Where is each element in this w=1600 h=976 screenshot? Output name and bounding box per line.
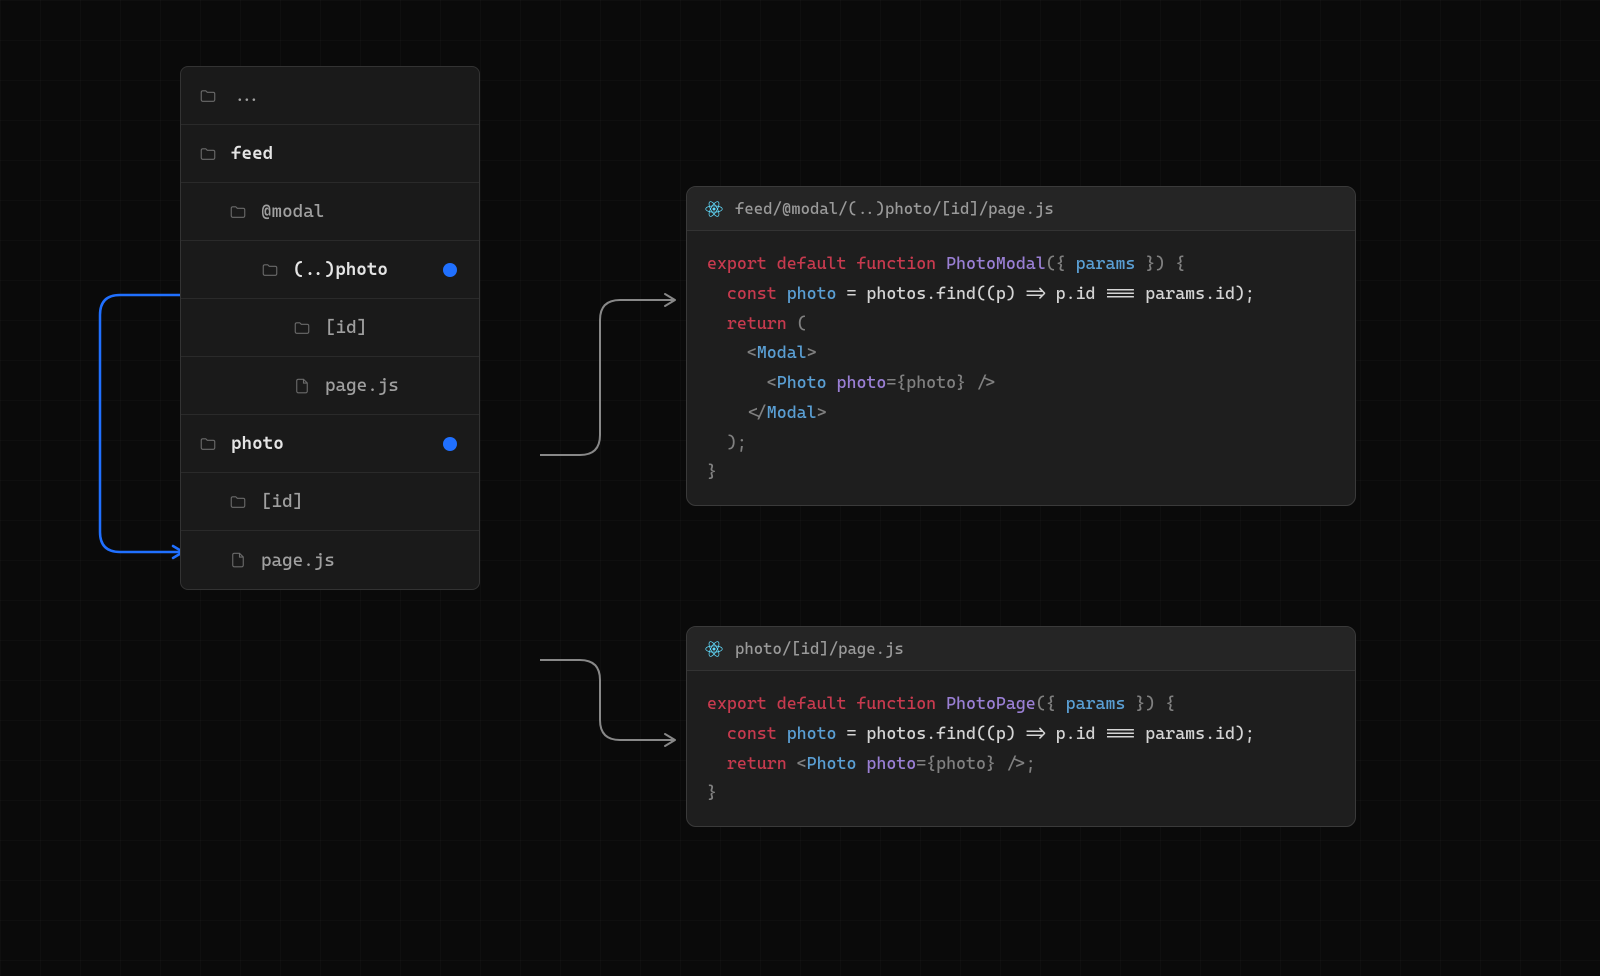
folder-icon bbox=[293, 319, 311, 337]
folder-icon bbox=[229, 493, 247, 511]
connector-arrow bbox=[480, 280, 710, 480]
code-body: export default function PhotoModal({ par… bbox=[687, 231, 1355, 505]
tree-row[interactable]: photo bbox=[181, 415, 479, 473]
tree-label: (..)photo bbox=[293, 259, 388, 280]
folder-icon bbox=[199, 87, 217, 105]
indicator-dot bbox=[443, 263, 457, 277]
react-icon bbox=[705, 640, 723, 658]
folder-icon bbox=[199, 145, 217, 163]
tree-row[interactable]: [id] bbox=[181, 473, 479, 531]
code-header: feed/@modal/(..)photo/[id]/page.js bbox=[687, 187, 1355, 231]
code-panel-page: photo/[id]/page.js export default functi… bbox=[686, 626, 1356, 827]
folder-icon bbox=[229, 203, 247, 221]
react-icon bbox=[705, 200, 723, 218]
code-path: feed/@modal/(..)photo/[id]/page.js bbox=[735, 199, 1054, 218]
folder-icon bbox=[261, 261, 279, 279]
tree-label: @modal bbox=[261, 201, 324, 222]
folder-icon bbox=[199, 435, 217, 453]
tree-label: [id] bbox=[261, 491, 303, 512]
tree-row[interactable]: page.js bbox=[181, 357, 479, 415]
indicator-dot bbox=[443, 437, 457, 451]
code-path: photo/[id]/page.js bbox=[735, 639, 904, 658]
tree-label: page.js bbox=[325, 375, 399, 396]
code-body: export default function PhotoPage({ para… bbox=[687, 671, 1355, 826]
connector-arrow bbox=[480, 640, 710, 780]
code-header: photo/[id]/page.js bbox=[687, 627, 1355, 671]
tree-row[interactable]: feed bbox=[181, 125, 479, 183]
tree-row[interactable]: [id] bbox=[181, 299, 479, 357]
file-icon bbox=[229, 551, 247, 569]
tree-label: feed bbox=[231, 143, 273, 164]
tree-row[interactable]: @modal bbox=[181, 183, 479, 241]
tree-label: [id] bbox=[325, 317, 367, 338]
tree-row[interactable]: ... bbox=[181, 67, 479, 125]
tree-label: photo bbox=[231, 433, 284, 454]
tree-label: ... bbox=[231, 85, 263, 106]
tree-row[interactable]: page.js bbox=[181, 531, 479, 589]
file-tree: ... feed @modal (..)photo [id] page.js photo [i… bbox=[180, 66, 480, 590]
code-panel-modal: feed/@modal/(..)photo/[id]/page.js expor… bbox=[686, 186, 1356, 506]
tree-row[interactable]: (..)photo bbox=[181, 241, 479, 299]
file-icon bbox=[293, 377, 311, 395]
tree-label: page.js bbox=[261, 550, 335, 571]
